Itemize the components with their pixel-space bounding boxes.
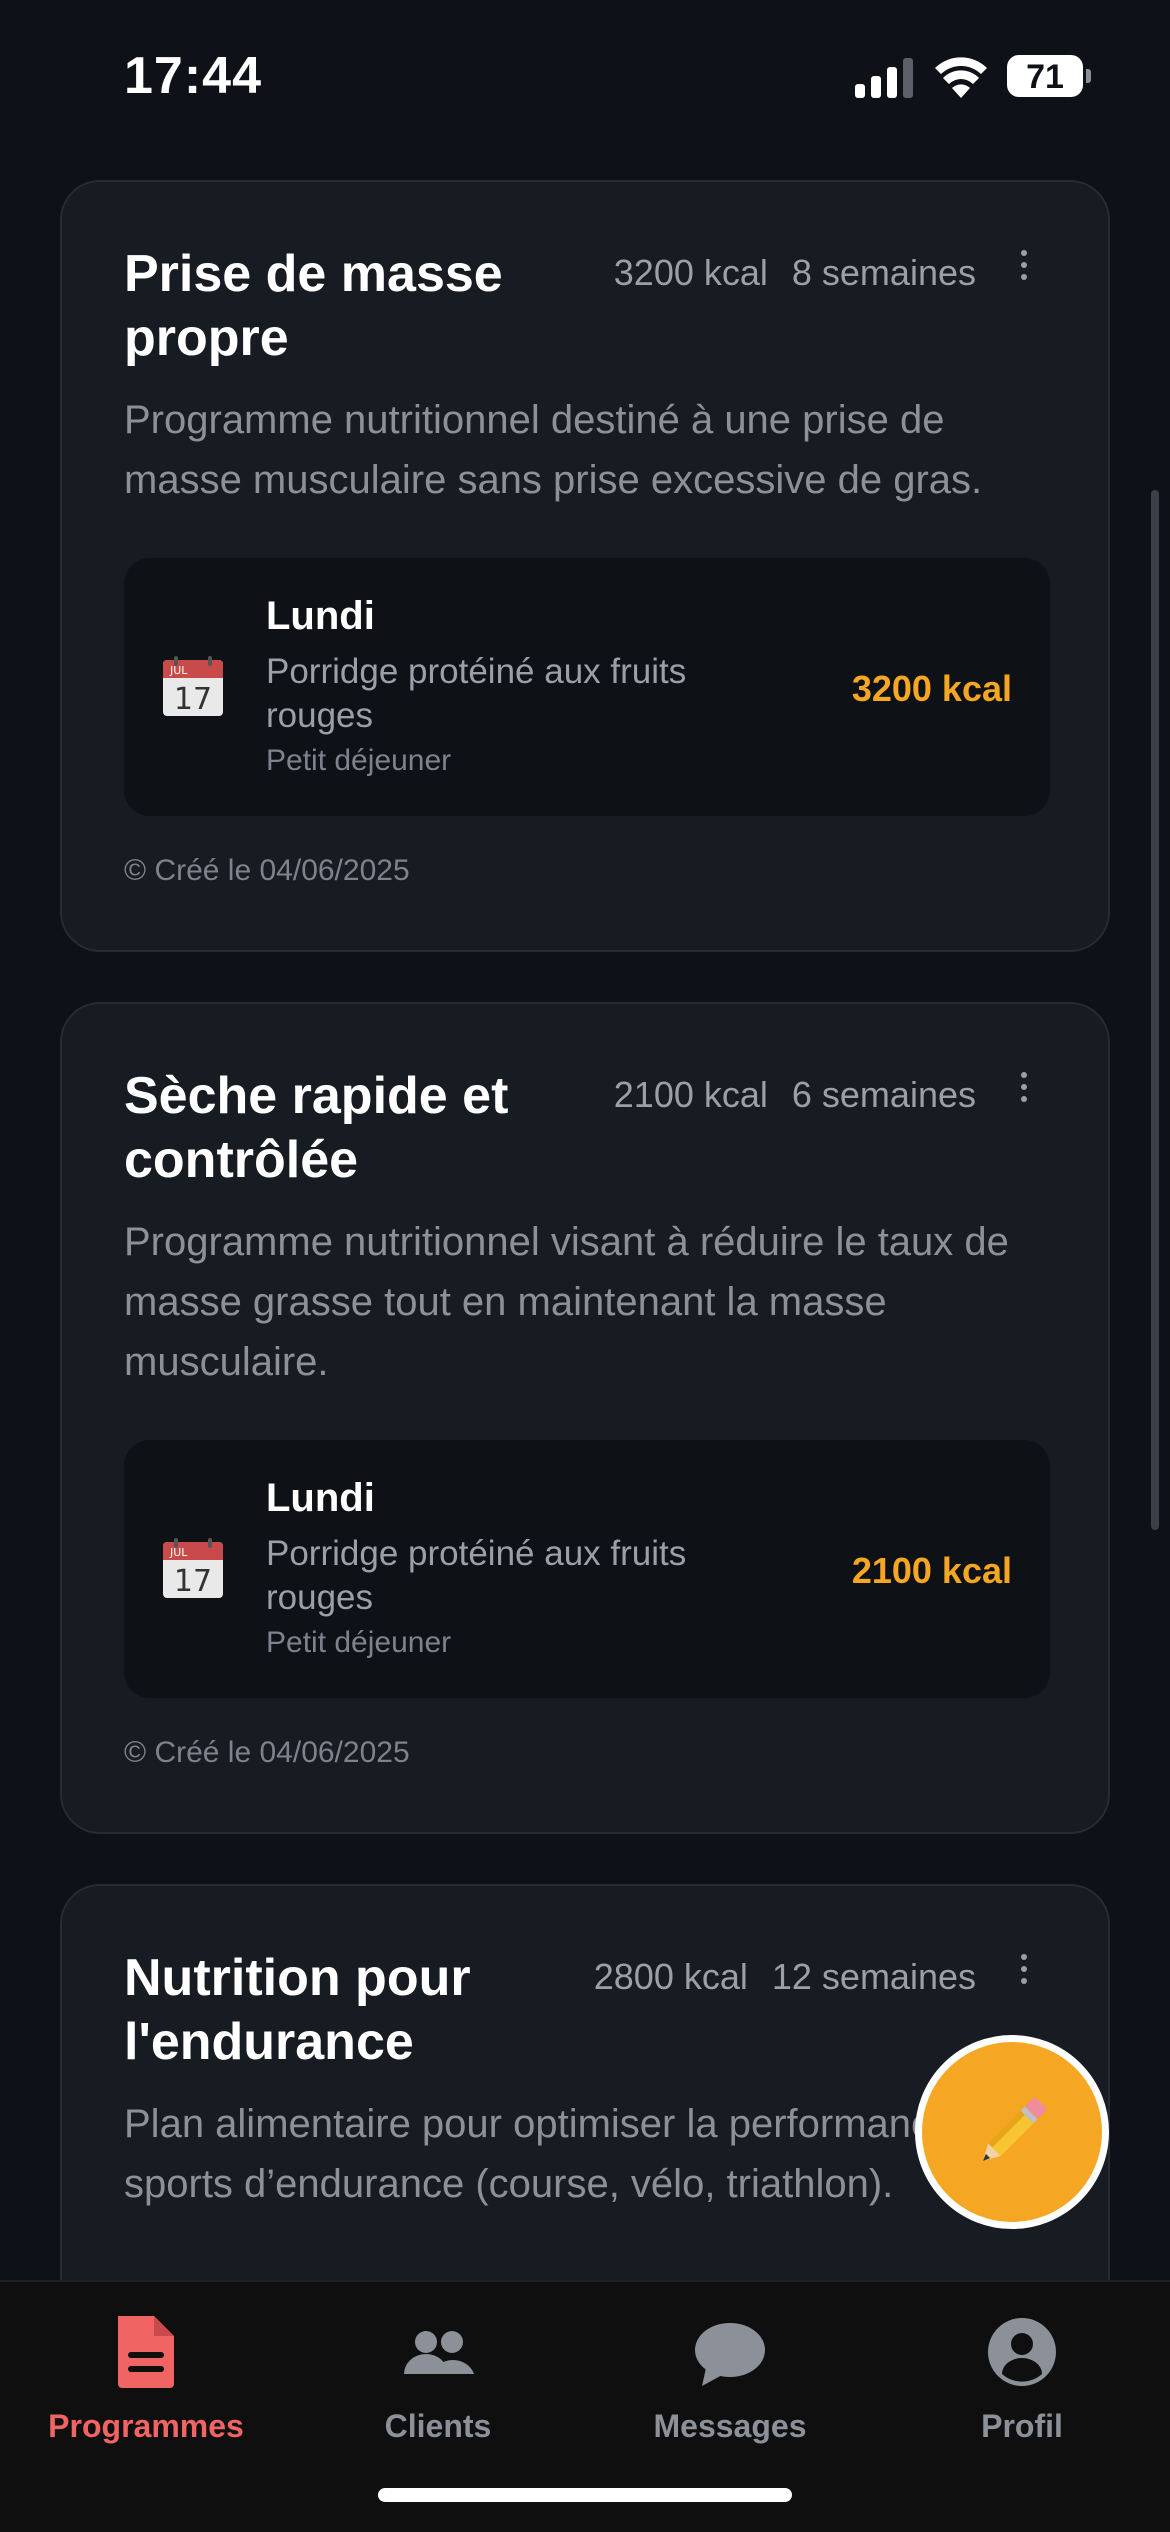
calendar-day: 17 bbox=[174, 1564, 212, 1599]
user-circle-icon bbox=[988, 2318, 1056, 2386]
tab-profil[interactable]: Profil bbox=[876, 2298, 1168, 2448]
calendar-month: JUL bbox=[169, 664, 188, 677]
meal-day: Lundi bbox=[266, 594, 375, 638]
scrollbar[interactable] bbox=[1151, 490, 1159, 1530]
meal-kcal: 2100 kcal bbox=[851, 1550, 1012, 1591]
program-duration: 6 semaines bbox=[791, 1074, 976, 1115]
document-icon bbox=[118, 2316, 174, 2388]
battery-icon: 71 bbox=[1007, 55, 1091, 97]
calendar-day: 17 bbox=[174, 682, 212, 717]
calendar-icon: JUL 17 bbox=[163, 656, 223, 717]
meal-day: Lundi bbox=[266, 1476, 375, 1520]
tab-programmes[interactable]: Programmes bbox=[0, 2298, 292, 2448]
program-meta: 3200 kcal 8 semaines bbox=[614, 252, 976, 294]
meal-item[interactable]: JUL 17 Lundi Porridge protéiné aux fruit… bbox=[124, 1440, 1050, 1698]
signal-icon bbox=[855, 58, 913, 98]
tab-label: Messages bbox=[653, 2408, 807, 2444]
program-meta: 2100 kcal 6 semaines bbox=[614, 1074, 976, 1116]
edit-fab-button[interactable] bbox=[915, 2035, 1109, 2229]
program-title: Sèche rapide et contrôlée bbox=[124, 1067, 509, 1189]
meal-item[interactable]: JUL 17 Lundi Porridge protéiné aux fruit… bbox=[124, 558, 1050, 816]
program-duration: 8 semaines bbox=[791, 252, 976, 293]
program-kcal: 3200 kcal bbox=[613, 252, 768, 293]
wifi-icon bbox=[935, 57, 987, 98]
tab-label: Clients bbox=[384, 2408, 492, 2444]
pencil-icon bbox=[983, 2097, 1047, 2161]
meal-type: Petit déjeuner bbox=[266, 1626, 452, 1659]
program-kcal: 2800 kcal bbox=[593, 1956, 748, 1997]
tab-label: Profil bbox=[981, 2408, 1063, 2444]
battery-level: 71 bbox=[1026, 58, 1064, 96]
program-title: Prise de masse propre bbox=[124, 245, 503, 367]
home-indicator[interactable] bbox=[378, 2488, 792, 2502]
chat-bubble-icon bbox=[695, 2323, 765, 2386]
meal-kcal: 3200 kcal bbox=[851, 668, 1012, 709]
calendar-icon: JUL 17 bbox=[163, 1538, 223, 1599]
program-kcal: 2100 kcal bbox=[613, 1074, 768, 1115]
more-vertical-icon[interactable] bbox=[1014, 1950, 1034, 1990]
program-duration: 12 semaines bbox=[771, 1956, 976, 1997]
tab-label: Programmes bbox=[48, 2408, 244, 2444]
more-vertical-icon[interactable] bbox=[1014, 1068, 1034, 1108]
calendar-month: JUL bbox=[169, 1546, 188, 1559]
more-vertical-icon[interactable] bbox=[1014, 246, 1034, 286]
screen: 17:44 71 Prise de masse propre 3200 kcal… bbox=[0, 0, 1170, 2532]
program-description: Programme nutritionnel visant à réduire … bbox=[124, 1220, 1009, 1384]
created-date: © Créé le 04/06/2025 bbox=[124, 1736, 410, 1769]
people-icon bbox=[404, 2331, 474, 2374]
program-card[interactable]: Prise de masse propre 3200 kcal 8 semaine… bbox=[60, 180, 1110, 952]
created-date: © Créé le 04/06/2025 bbox=[124, 854, 410, 887]
meal-type: Petit déjeuner bbox=[266, 744, 452, 777]
meal-name: Porridge protéiné aux fruits rouges bbox=[266, 1534, 687, 1617]
program-description: Plan alimentaire pour optimiser la perfo… bbox=[124, 2102, 1020, 2206]
program-description: Programme nutritionnel destiné à une pri… bbox=[124, 398, 983, 502]
program-card[interactable]: Sèche rapide et contrôlée 2100 kcal 6 sem… bbox=[60, 1002, 1110, 1834]
program-title: Nutrition pour l'endurance bbox=[124, 1949, 471, 2071]
status-bar: 17:44 71 bbox=[0, 0, 1170, 150]
tab-clients[interactable]: Clients bbox=[292, 2298, 584, 2448]
tab-messages[interactable]: Messages bbox=[584, 2298, 876, 2448]
program-meta: 2800 kcal 12 semaines bbox=[594, 1956, 976, 1998]
meal-name: Porridge protéiné aux fruits rouges bbox=[266, 652, 687, 735]
status-time: 17:44 bbox=[124, 47, 262, 105]
